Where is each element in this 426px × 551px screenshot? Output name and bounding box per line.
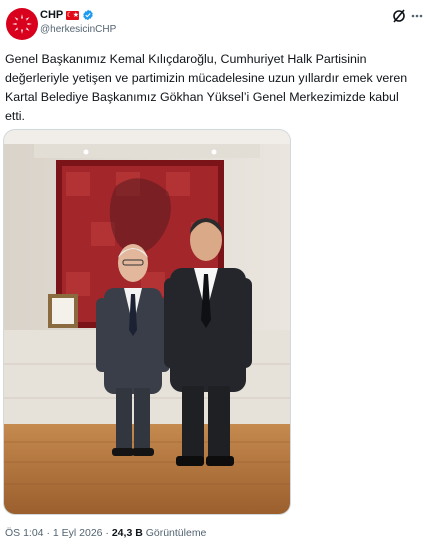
avatar[interactable] [6, 8, 38, 40]
tweet-photo[interactable] [3, 129, 291, 515]
tweet-date[interactable]: 1 Eyl 2026 [53, 527, 103, 539]
view-count: 24,3 B [111, 527, 143, 539]
meta-separator: · [46, 527, 50, 539]
more-icon[interactable] [410, 7, 424, 25]
grok-icon[interactable] [391, 8, 407, 24]
turkey-flag-icon: ☾★ [66, 10, 80, 20]
view-label: Görüntüleme [145, 527, 207, 539]
chp-logo-icon [10, 12, 34, 36]
meta-separator: · [105, 527, 109, 539]
tweet-text: Genel Başkanımız Kemal Kılıçdaroğlu, Cum… [5, 52, 408, 123]
user-handle[interactable]: @herkesicinCHP [40, 24, 116, 35]
tweet-header: CHP ☾★ @herkesicinCHP [0, 0, 426, 44]
tweet-meta: ÖS 1:04 · 1 Eyl 2026 · 24,3 B Görüntülem… [5, 527, 206, 539]
display-name[interactable]: CHP [40, 9, 63, 21]
tweet-time[interactable]: ÖS 1:04 [5, 527, 44, 539]
verified-badge-icon [82, 9, 94, 21]
name-row: CHP ☾★ [40, 9, 94, 21]
